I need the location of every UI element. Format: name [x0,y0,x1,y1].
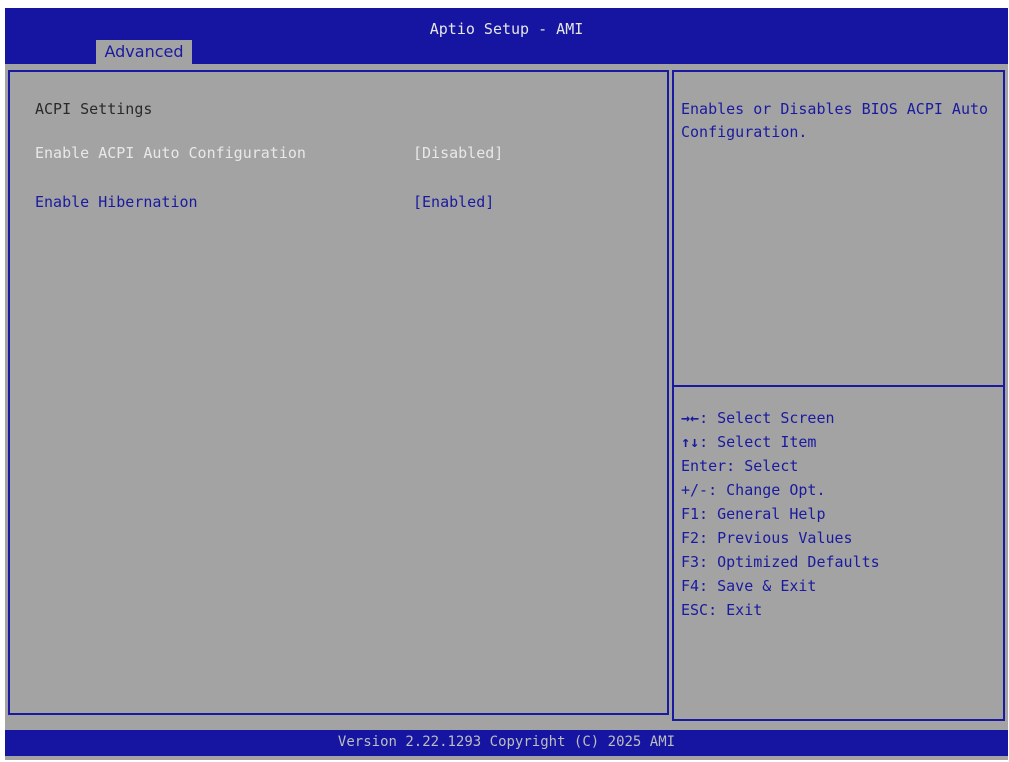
key-optimized-defaults: F3: Optimized Defaults [681,553,880,571]
setting-enable-acpi-auto-configuration[interactable]: Enable ACPI Auto Configuration [Disabled… [35,144,635,168]
footer-bar: Version 2.22.1293 Copyright (C) 2025 AMI [5,730,1008,756]
key-legend: →←: Select Screen ↑↓: Select Item Enter:… [681,406,996,622]
version-copyright: Version 2.22.1293 Copyright (C) 2025 AMI [337,734,676,750]
help-divider [674,385,1003,387]
key-select-screen: →←: Select Screen [681,409,835,427]
key-general-help: F1: General Help [681,505,826,523]
section-title: ACPI Settings [35,100,153,118]
key-save-exit: F4: Save & Exit [681,577,817,595]
app-title: Aptio Setup - AMI [429,20,584,38]
setting-value[interactable]: [Enabled] [413,193,494,211]
arrow-up-down-icon: ↑↓ [681,433,700,451]
help-text: Enables or Disables BIOS ACPI Auto Confi… [681,100,989,141]
key-enter-select: Enter: Select [681,457,799,475]
key-change-opt: +/-: Change Opt. [681,481,826,499]
setting-enable-hibernation[interactable]: Enable Hibernation [Enabled] [35,193,635,217]
key-select-item: ↑↓: Select Item [681,433,817,451]
setting-label: Enable ACPI Auto Configuration [35,144,306,162]
bios-window: Aptio Setup - AMI Advanced ACPI Settings… [5,8,1008,760]
arrow-left-right-icon: →← [681,409,700,427]
setting-label: Enable Hibernation [35,193,198,211]
title-bar: Aptio Setup - AMI Advanced [5,8,1008,64]
tab-advanced[interactable]: Advanced [96,40,192,64]
setting-value[interactable]: [Disabled] [413,144,503,162]
key-previous-values: F2: Previous Values [681,529,853,547]
help-panel: Enables or Disables BIOS ACPI Auto Confi… [672,70,1005,721]
key-esc-exit: ESC: Exit [681,601,763,619]
settings-panel: ACPI Settings Enable ACPI Auto Configura… [8,70,669,715]
